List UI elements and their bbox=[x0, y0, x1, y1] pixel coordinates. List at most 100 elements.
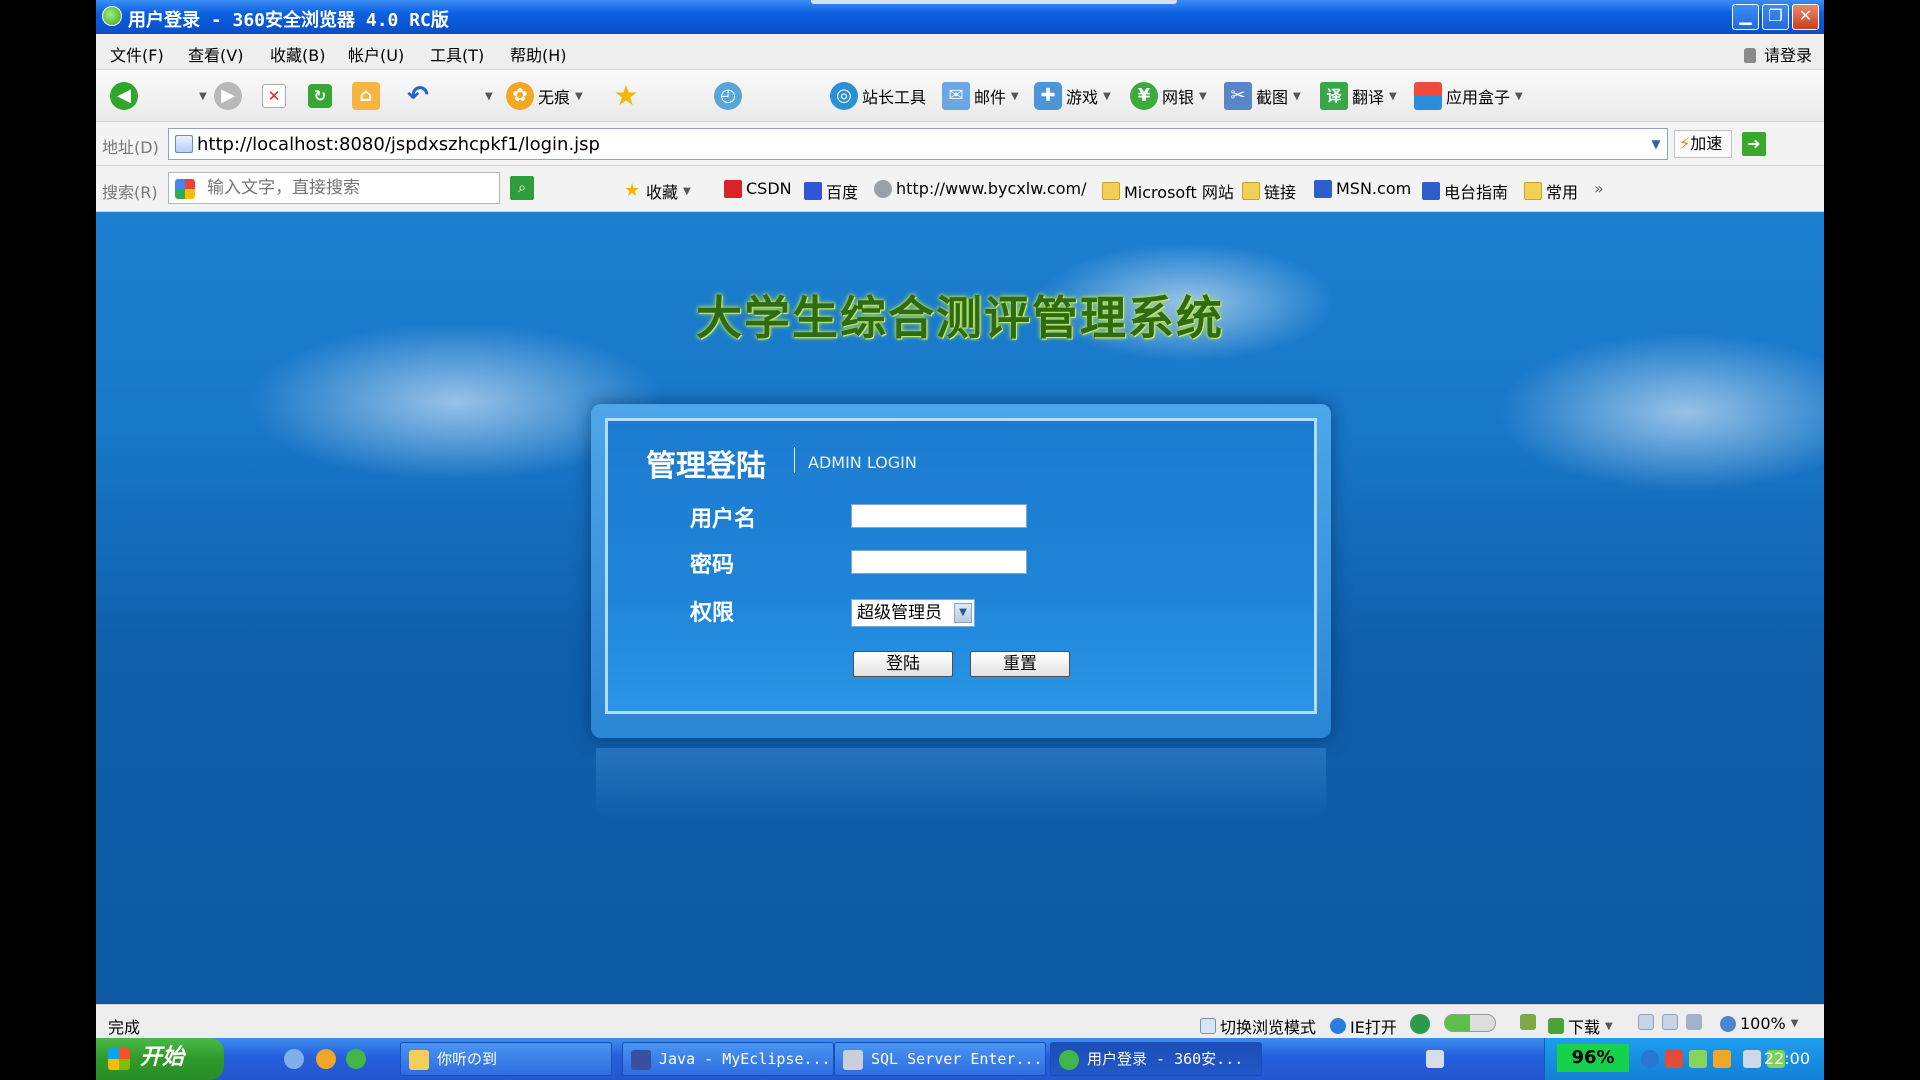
bookmark-favorites[interactable]: ★ 收藏 ▼ bbox=[624, 179, 691, 203]
menu-file[interactable]: 文件(F) bbox=[110, 42, 164, 66]
task-browser[interactable]: 用户登录 - 360安... bbox=[1050, 1042, 1262, 1076]
keyboard-icon[interactable] bbox=[1426, 1050, 1444, 1068]
tray-network-icon[interactable] bbox=[1641, 1050, 1659, 1068]
bookmark-links[interactable]: 链接 bbox=[1242, 179, 1296, 203]
home-button[interactable]: ⌂ bbox=[352, 80, 384, 112]
favorite-star-button[interactable]: ★ bbox=[612, 80, 644, 112]
search-button[interactable]: ⌕ bbox=[510, 176, 534, 200]
tray-app-icon[interactable] bbox=[1689, 1050, 1707, 1068]
quicklaunch-ie-icon[interactable] bbox=[284, 1049, 304, 1069]
search-field[interactable] bbox=[168, 172, 500, 204]
lightning-icon: ⚡ bbox=[1679, 134, 1691, 153]
volume-button[interactable] bbox=[1686, 1014, 1706, 1030]
task-myeclipse[interactable]: Java - MyEclipse... bbox=[622, 1042, 834, 1076]
bookmarks-more[interactable]: » bbox=[1594, 179, 1604, 198]
bookmark-radio[interactable]: 电台指南 bbox=[1422, 179, 1508, 203]
switch-mode-button[interactable]: 切换浏览模式 bbox=[1200, 1014, 1316, 1038]
menu-view[interactable]: 查看(V) bbox=[188, 42, 243, 66]
bookmark-microsoft[interactable]: Microsoft 网站 bbox=[1102, 179, 1234, 203]
system-title: 大学生综合测评管理系统 bbox=[696, 291, 1224, 345]
menu-help[interactable]: 帮助(H) bbox=[510, 42, 567, 66]
undo-dropdown[interactable]: ▼ bbox=[480, 80, 493, 112]
address-field[interactable]: http://localhost:8080/jspdxszhcpkf1/logi… bbox=[168, 128, 1668, 160]
page-info-button[interactable] bbox=[1638, 1014, 1658, 1030]
tray-monitor-icon[interactable] bbox=[1743, 1050, 1761, 1068]
status-text: 完成 bbox=[108, 1018, 141, 1037]
traceless-label: 无痕 bbox=[538, 88, 571, 107]
translate-button[interactable]: 译 翻译 ▼ bbox=[1320, 80, 1397, 112]
refresh-button[interactable]: ↻ bbox=[308, 80, 336, 112]
bookmark-common[interactable]: 常用 bbox=[1524, 179, 1578, 203]
speedup-button[interactable]: ⚡加速 bbox=[1674, 130, 1732, 158]
download-button[interactable]: 下载 ▼ bbox=[1548, 1014, 1613, 1038]
forward-button[interactable]: ▶ bbox=[214, 80, 246, 112]
screenshot-button[interactable]: ✂ 截图 ▼ bbox=[1224, 80, 1301, 112]
quicklaunch-firefox-icon[interactable] bbox=[316, 1049, 336, 1069]
bookmark-bycxlw-label: http://www.bycxlw.com/ bbox=[896, 179, 1087, 198]
back-history-dropdown[interactable]: ▼ bbox=[194, 80, 207, 112]
username-label: 用户名 bbox=[690, 507, 757, 532]
task-folder[interactable]: 你听の到 bbox=[400, 1042, 612, 1076]
search-input[interactable] bbox=[207, 177, 493, 199]
globe-status-button[interactable] bbox=[1410, 1014, 1434, 1034]
search-bar: 搜索(R) ⌕ ★ 收藏 ▼ CSDN 百度 http://www.bycxlw.c… bbox=[96, 166, 1824, 212]
app-box-button[interactable]: 应用盒子 ▼ bbox=[1414, 80, 1523, 112]
close-button[interactable]: ✕ bbox=[1792, 4, 1819, 30]
ad-filter-button[interactable] bbox=[1520, 1014, 1540, 1030]
start-button[interactable]: 开始 bbox=[96, 1038, 224, 1080]
restore-button[interactable]: ❐ bbox=[1762, 4, 1789, 30]
address-dropdown-icon[interactable]: ▼ bbox=[1645, 129, 1667, 159]
webmaster-tools-button[interactable]: ◎ 站长工具 bbox=[830, 80, 926, 112]
quicklaunch-360-icon[interactable] bbox=[346, 1049, 366, 1069]
web-page-icon bbox=[874, 179, 892, 198]
menu-tools[interactable]: 工具(T) bbox=[430, 42, 484, 66]
netbank-button[interactable]: ¥ 网银 ▼ bbox=[1130, 80, 1207, 112]
bookmark-favorites-label: 收藏 bbox=[646, 183, 679, 202]
gamepad-icon: ✚ bbox=[1034, 82, 1062, 110]
clock: 22:00 bbox=[1763, 1049, 1810, 1068]
traceless-button[interactable]: ✿ 无痕 ▼ bbox=[506, 80, 583, 112]
bookmark-bycxlw[interactable]: http://www.bycxlw.com/ bbox=[874, 179, 1087, 198]
bookmark-msn[interactable]: MSN.com bbox=[1314, 179, 1411, 198]
mail-label: 邮件 bbox=[974, 88, 1007, 107]
back-button[interactable]: ◀ bbox=[110, 80, 142, 112]
password-input[interactable] bbox=[851, 550, 1027, 574]
toggle-switch[interactable] bbox=[1444, 1014, 1500, 1032]
role-select[interactable]: 超级管理员 ▼ bbox=[851, 599, 975, 627]
task-sqlserver[interactable]: SQL Server Enter... bbox=[834, 1042, 1046, 1076]
username-input[interactable] bbox=[851, 504, 1027, 528]
eclipse-icon bbox=[631, 1050, 651, 1070]
tray-security-icon[interactable] bbox=[1665, 1050, 1683, 1068]
go-button[interactable]: ➜ bbox=[1742, 132, 1766, 156]
games-button[interactable]: ✚ 游戏 ▼ bbox=[1034, 80, 1111, 112]
battery-indicator[interactable]: 96% bbox=[1557, 1044, 1629, 1072]
chevron-down-icon: ▼ bbox=[1605, 1020, 1613, 1032]
login-subheading: ADMIN LOGIN bbox=[808, 453, 917, 472]
mail-button[interactable]: ✉ 邮件 ▼ bbox=[942, 80, 1019, 112]
page-icon bbox=[1638, 1014, 1654, 1030]
system-tray: 96% 22:00 bbox=[1544, 1038, 1824, 1080]
search-engine-icon[interactable] bbox=[175, 179, 195, 199]
speed-dial-button[interactable]: ◴ bbox=[714, 80, 746, 112]
login-link[interactable]: 请登录 bbox=[1743, 42, 1812, 66]
reset-button[interactable]: 重置 bbox=[970, 651, 1070, 677]
url-text[interactable]: http://localhost:8080/jspdxszhcpkf1/logi… bbox=[197, 134, 600, 155]
speedup-label: 加速 bbox=[1690, 134, 1723, 153]
undo-close-button[interactable]: ↶ bbox=[404, 80, 436, 112]
tray-qq-icon[interactable] bbox=[1713, 1050, 1731, 1068]
stop-button[interactable]: ✕ bbox=[262, 80, 290, 112]
traceless-icon: ✿ bbox=[506, 82, 534, 110]
ie-open-button[interactable]: IE打开 bbox=[1330, 1014, 1397, 1038]
minimize-button[interactable]: ▁ bbox=[1732, 4, 1759, 30]
menu-account[interactable]: 帐户(U) bbox=[348, 42, 404, 66]
login-button[interactable]: 登陆 bbox=[853, 651, 953, 677]
ie-icon bbox=[1330, 1018, 1346, 1034]
window-status-button[interactable] bbox=[1662, 1014, 1682, 1030]
bookmark-baidu[interactable]: 百度 bbox=[804, 179, 858, 203]
speaker-icon bbox=[1686, 1014, 1702, 1030]
menu-favorites[interactable]: 收藏(B) bbox=[270, 42, 325, 66]
translate-label: 翻译 bbox=[1352, 88, 1385, 107]
zoom-button[interactable]: 100% ▼ bbox=[1720, 1014, 1798, 1033]
bookmark-csdn[interactable]: CSDN bbox=[724, 179, 792, 198]
star-icon: ★ bbox=[613, 79, 639, 112]
